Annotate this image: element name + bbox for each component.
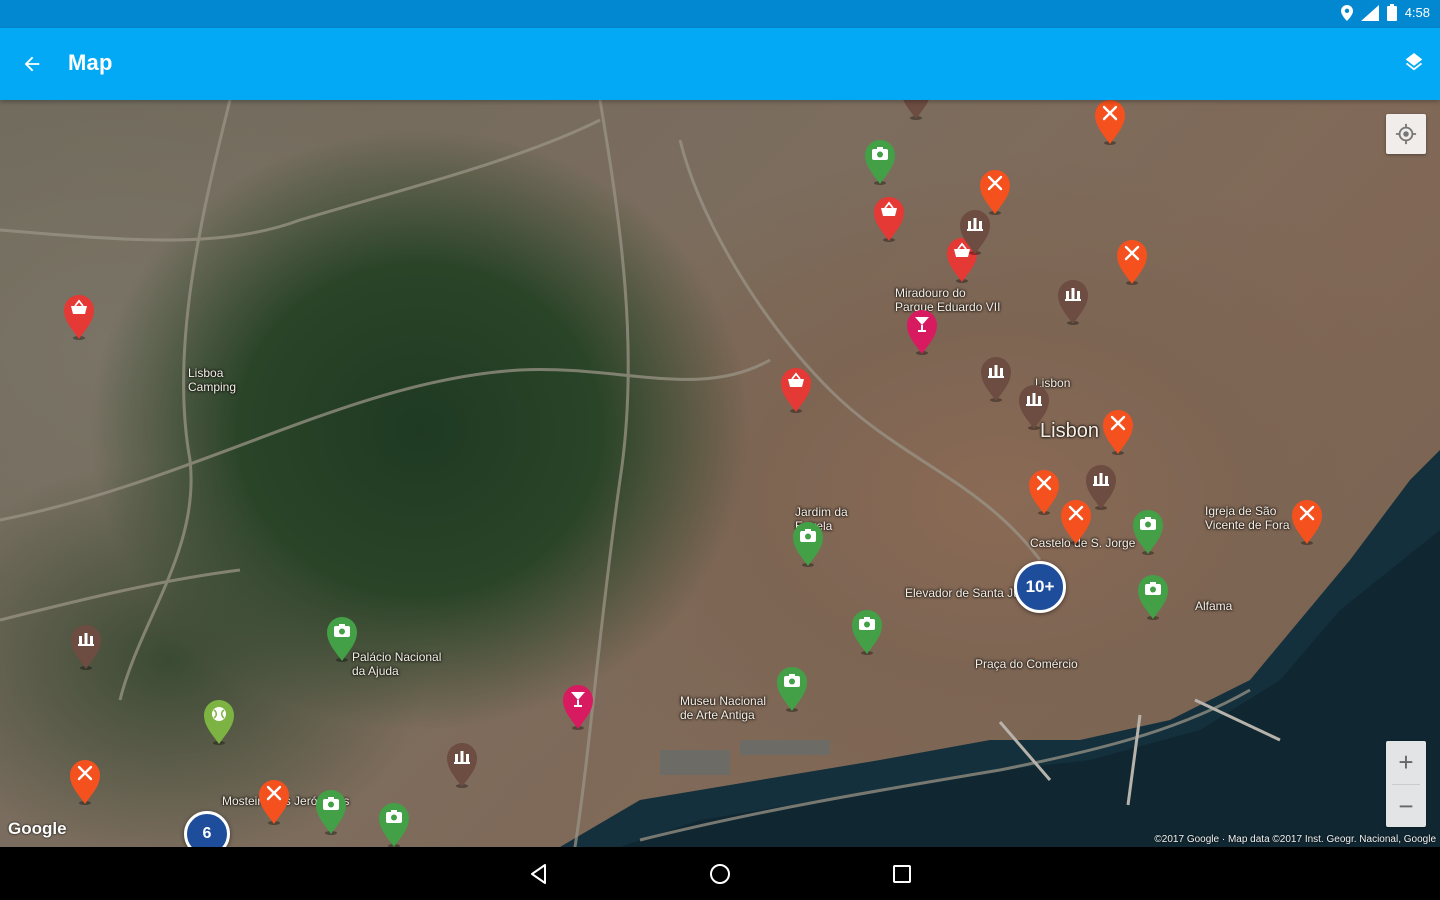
map-view[interactable]: Lisboa Camping Miradouro do Parque Eduar… bbox=[0, 100, 1440, 847]
sights-marker[interactable] bbox=[775, 666, 809, 712]
nightlife-marker-icon bbox=[563, 685, 593, 730]
restaurant-marker-icon bbox=[1103, 410, 1133, 455]
layers-icon bbox=[1405, 53, 1423, 71]
label-museu-arte-antiga: Museu Nacional de Arte Antiga bbox=[680, 694, 767, 722]
navigation-bar bbox=[0, 847, 1440, 900]
museum-marker-icon bbox=[447, 743, 477, 788]
sights-marker-icon bbox=[852, 610, 882, 655]
museum-marker-icon bbox=[903, 100, 929, 120]
page-title: Map bbox=[68, 50, 113, 75]
zoom-control: + − bbox=[1386, 741, 1426, 827]
restaurant-marker-icon bbox=[70, 760, 100, 805]
sights-marker-icon bbox=[793, 522, 823, 567]
zoom-out-button[interactable]: − bbox=[1386, 785, 1426, 828]
restaurant-marker[interactable] bbox=[1115, 239, 1149, 285]
museum-marker-icon bbox=[71, 625, 101, 670]
museum-marker[interactable] bbox=[1017, 384, 1051, 430]
shopping-marker[interactable] bbox=[779, 367, 813, 413]
museum-marker[interactable] bbox=[1056, 279, 1090, 325]
layers-button[interactable] bbox=[1400, 50, 1428, 78]
sports-marker-icon bbox=[204, 700, 234, 745]
museum-marker-icon bbox=[1058, 280, 1088, 325]
shopping-marker[interactable] bbox=[62, 294, 96, 340]
location-icon bbox=[1340, 4, 1353, 21]
battery-icon bbox=[1386, 4, 1397, 21]
shopping-marker-icon bbox=[874, 197, 904, 242]
shopping-marker[interactable] bbox=[872, 196, 906, 242]
nav-recents-button[interactable] bbox=[887, 859, 917, 889]
sights-marker[interactable] bbox=[325, 616, 359, 662]
nav-home-icon bbox=[710, 864, 730, 884]
restaurant-marker[interactable] bbox=[68, 759, 102, 805]
restaurant-marker[interactable] bbox=[257, 779, 291, 825]
sights-marker[interactable] bbox=[1131, 509, 1165, 555]
label-palacio-ajuda: Palácio Nacional da Ajuda bbox=[352, 650, 442, 678]
sights-marker[interactable] bbox=[850, 609, 884, 655]
nightlife-marker[interactable] bbox=[561, 684, 595, 730]
shopping-marker-icon bbox=[64, 295, 94, 340]
back-button[interactable] bbox=[14, 46, 50, 82]
sights-marker[interactable] bbox=[791, 521, 825, 567]
nightlife-marker[interactable] bbox=[905, 309, 939, 355]
restaurant-marker-icon bbox=[259, 780, 289, 825]
restaurant-marker-icon bbox=[1095, 100, 1125, 145]
nav-home-button[interactable] bbox=[705, 859, 735, 889]
sports-marker[interactable] bbox=[202, 699, 236, 745]
status-icons: 4:58 bbox=[1340, 4, 1430, 21]
cluster-10plus[interactable]: 10+ bbox=[1014, 561, 1066, 613]
nightlife-marker-icon bbox=[907, 310, 937, 355]
restaurant-marker[interactable] bbox=[1027, 469, 1061, 515]
label-lisboa-camping: Lisboa Camping bbox=[188, 366, 237, 394]
museum-marker-icon bbox=[1086, 465, 1116, 510]
crosshair-icon bbox=[1395, 123, 1417, 145]
nav-back-button[interactable] bbox=[524, 859, 554, 889]
museum-marker[interactable] bbox=[979, 356, 1013, 402]
museum-marker[interactable] bbox=[1084, 464, 1118, 510]
sights-marker-icon bbox=[777, 667, 807, 712]
signal-icon bbox=[1360, 4, 1379, 21]
my-location-button[interactable] bbox=[1386, 114, 1426, 154]
museum-marker[interactable] bbox=[445, 742, 479, 788]
museum-marker[interactable] bbox=[899, 100, 933, 120]
arrow-back-icon bbox=[24, 56, 40, 72]
label-alfama: Alfama bbox=[1195, 599, 1233, 613]
museum-marker-icon bbox=[1019, 385, 1049, 430]
sights-marker-icon bbox=[1133, 510, 1163, 555]
sights-marker-icon bbox=[379, 803, 409, 847]
museum-marker-icon bbox=[960, 210, 990, 255]
sights-marker[interactable] bbox=[314, 789, 348, 835]
sights-marker[interactable] bbox=[863, 139, 897, 185]
shopping-marker-icon bbox=[781, 368, 811, 413]
nav-back-icon bbox=[531, 864, 546, 884]
status-time: 4:58 bbox=[1404, 5, 1430, 20]
restaurant-marker-icon bbox=[1029, 470, 1059, 515]
museum-marker[interactable] bbox=[69, 624, 103, 670]
restaurant-marker[interactable] bbox=[1093, 100, 1127, 145]
status-bar: 4:58 bbox=[0, 0, 1440, 28]
museum-marker[interactable] bbox=[958, 209, 992, 255]
sights-marker-icon bbox=[316, 790, 346, 835]
restaurant-marker-icon bbox=[1117, 240, 1147, 285]
restaurant-marker-icon bbox=[1292, 500, 1322, 545]
map-attribution: ©2017 Google · Map data ©2017 Inst. Geog… bbox=[1154, 834, 1436, 845]
label-igreja-sao-vicente: Igreja de São Vicente de Fora bbox=[1205, 504, 1290, 532]
sights-marker-icon bbox=[865, 140, 895, 185]
app-bar: Map bbox=[0, 28, 1440, 100]
restaurant-marker[interactable] bbox=[1290, 499, 1324, 545]
label-praca-comercio: Praça do Comércio bbox=[975, 657, 1078, 671]
sights-marker[interactable] bbox=[1136, 574, 1170, 620]
sights-marker-icon bbox=[1138, 575, 1168, 620]
zoom-in-button[interactable]: + bbox=[1386, 741, 1426, 784]
museum-marker-icon bbox=[981, 357, 1011, 402]
restaurant-marker[interactable] bbox=[1101, 409, 1135, 455]
sights-marker-icon bbox=[327, 617, 357, 662]
sights-marker[interactable] bbox=[377, 802, 411, 847]
nav-recents-icon bbox=[893, 865, 911, 883]
google-logo: Google bbox=[8, 819, 67, 838]
